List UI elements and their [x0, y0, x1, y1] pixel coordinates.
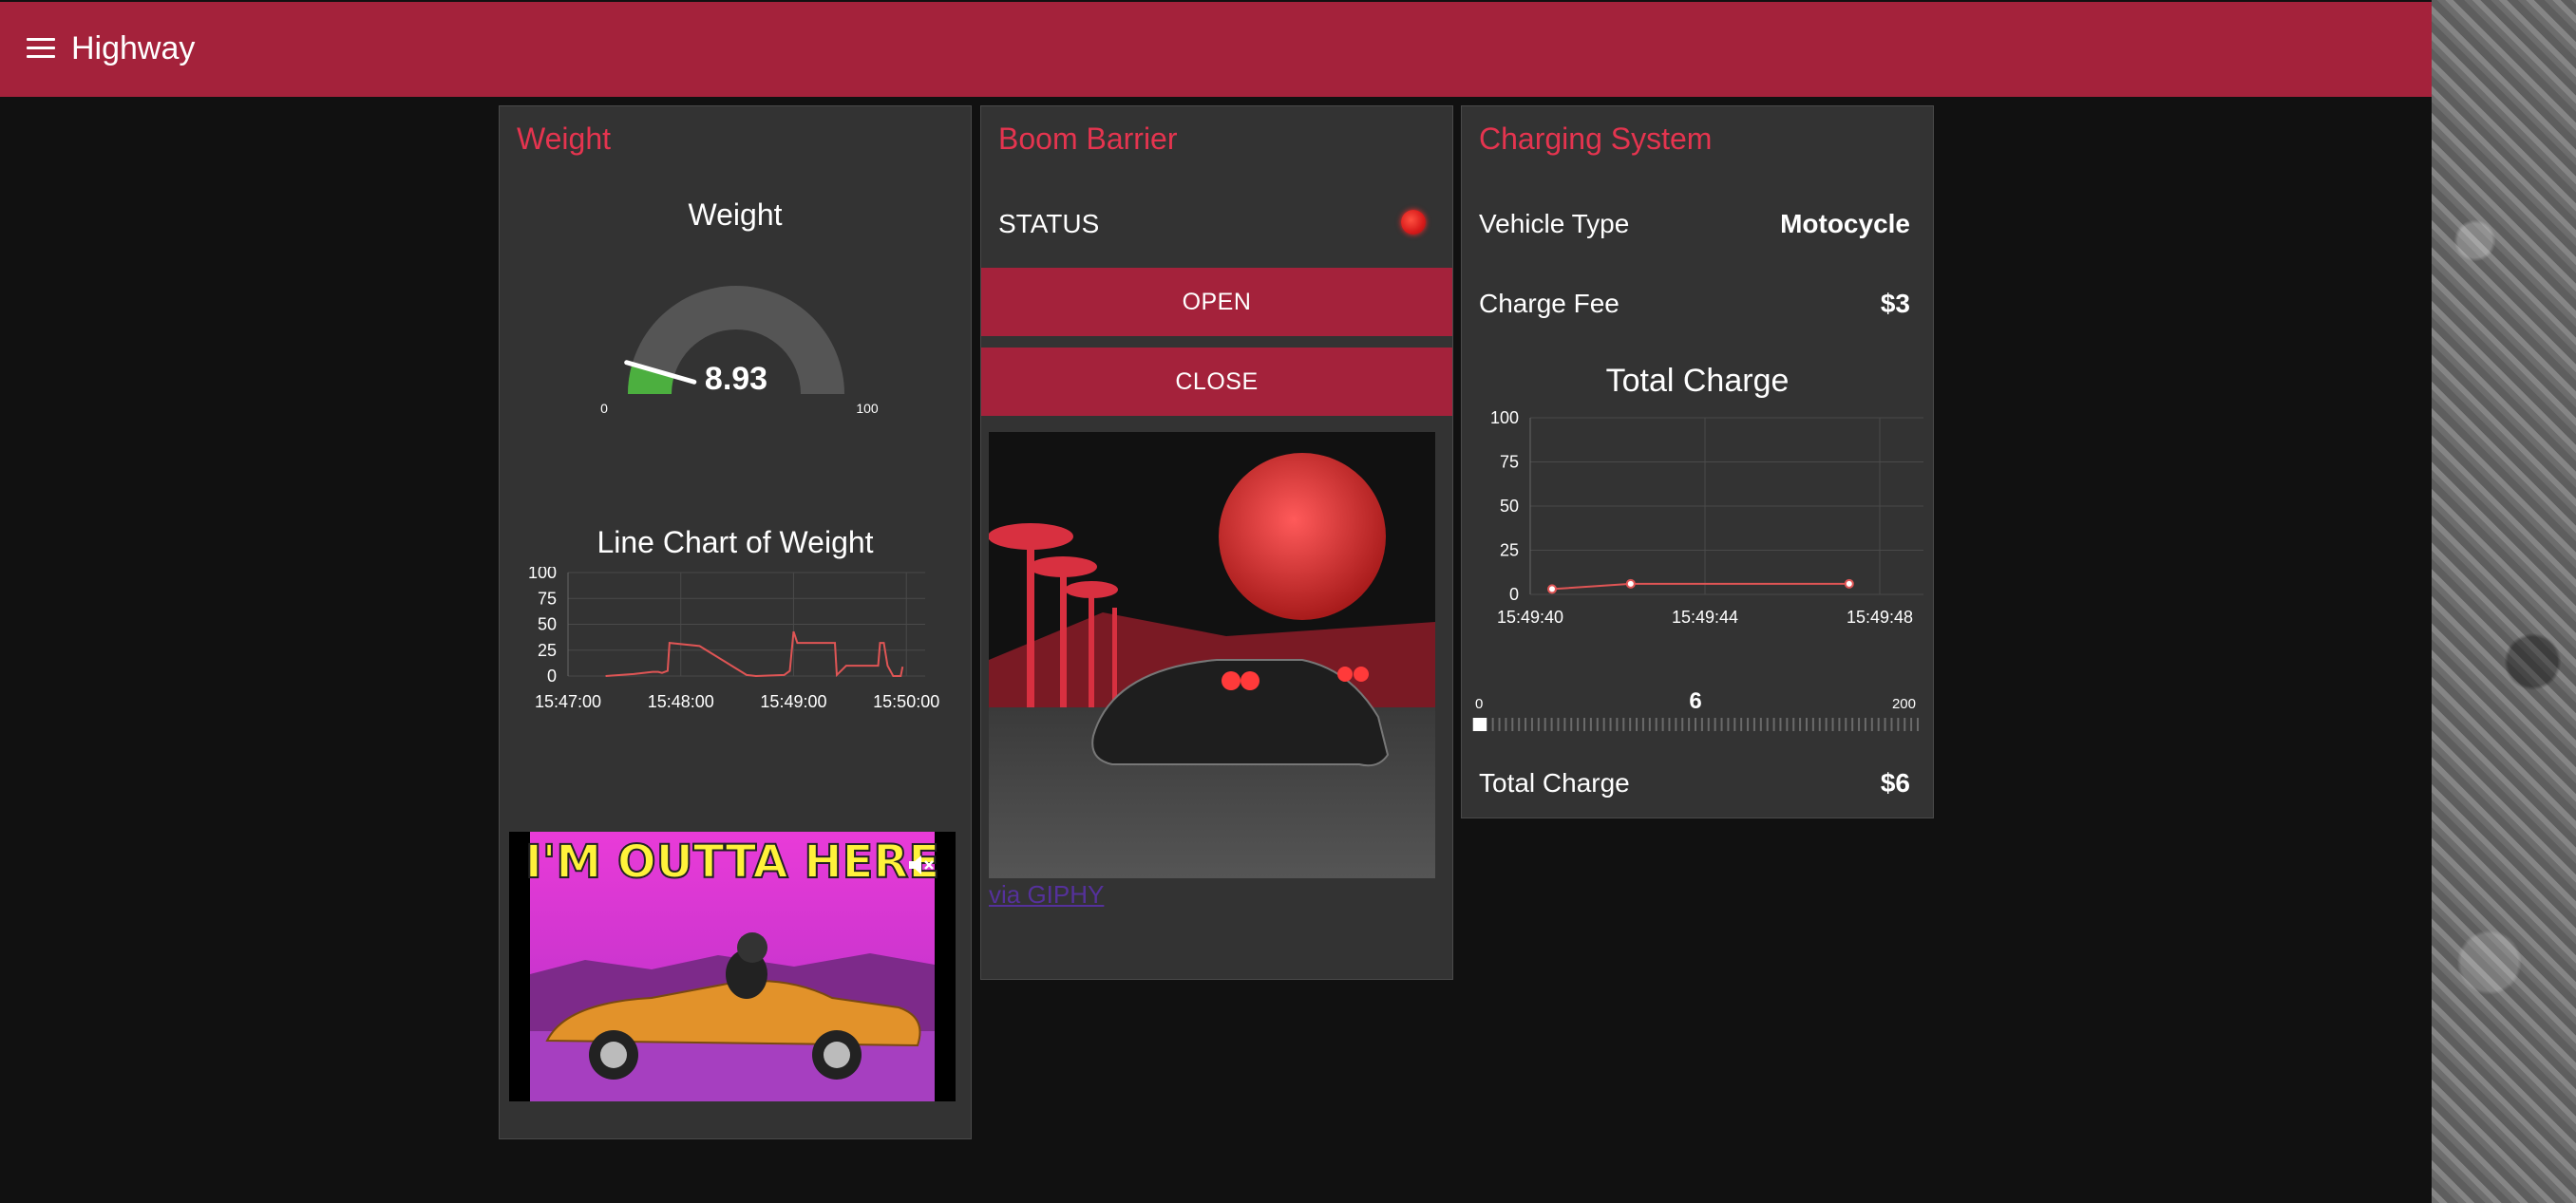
series-line	[1551, 582, 1849, 591]
weight-card-title: Weight	[517, 122, 612, 156]
line-chart-title: Line Chart of Weight	[597, 525, 874, 559]
gauge-max-label: 100	[856, 401, 879, 416]
weight-card: Weight Weight 8.93 0 100 Line Chart of W…	[499, 105, 972, 1139]
top-app-bar: Highway	[0, 2, 2432, 97]
data-point	[1844, 578, 1854, 589]
close-button[interactable]: CLOSE	[981, 348, 1452, 416]
gauge-value: 8.93	[705, 361, 767, 397]
gauge-title: Weight	[688, 197, 783, 232]
data-point	[1547, 584, 1557, 594]
total-charge-line-chart: 0 25 50 75 100 15:49:40 15:49:44 15:49:48	[1490, 408, 1923, 627]
vehicle-type-value: Motocycle	[1780, 209, 1910, 238]
total-charge-value: $6	[1880, 768, 1910, 798]
status-label: STATUS	[998, 209, 1100, 238]
y-tick-label: 75	[538, 589, 557, 608]
x-tick-label: 15:49:44	[1672, 608, 1738, 627]
weight-gauge: 8.93 0 100	[600, 286, 879, 416]
x-tick-label: 15:47:00	[535, 692, 601, 711]
outta-here-gif: I'M OUTTA HERE	[509, 832, 956, 1101]
total-charge-slider[interactable]: 0 200 6	[1471, 686, 1920, 733]
background-stone-texture	[2432, 0, 2576, 1203]
y-tick-label: 100	[528, 567, 557, 582]
charge-fee-value: $3	[1880, 289, 1910, 318]
charging-system-card: Charging System Vehicle Type Motocycle C…	[1461, 105, 1934, 818]
y-tick-label: 50	[538, 615, 557, 634]
x-tick-label: 15:50:00	[873, 692, 939, 711]
y-tick-label: 75	[1500, 453, 1519, 472]
slider-max-label: 200	[1892, 696, 1916, 712]
dashboard: Highway Weight Weight 8.93 0 100 Line Ch…	[0, 0, 2432, 1203]
x-tick-label: 15:49:40	[1497, 608, 1563, 627]
total-charge-label: Total Charge	[1479, 768, 1630, 798]
x-tick-label: 15:49:48	[1847, 608, 1913, 627]
gif-caption: I'M OUTTA HERE	[524, 835, 940, 890]
slider-fill	[1473, 718, 1487, 731]
series-line	[605, 630, 904, 678]
boom-barrier-card: Boom Barrier STATUS OPEN CLOSE via GIPHY	[980, 105, 1453, 980]
app-title: Highway	[71, 30, 196, 66]
x-tick-label: 15:48:00	[648, 692, 714, 711]
slider-min-label: 0	[1475, 696, 1483, 712]
gauge-min-label: 0	[600, 401, 608, 416]
via-giphy-link[interactable]: via GIPHY	[989, 880, 1104, 910]
y-tick-label: 25	[538, 641, 557, 660]
data-point	[1625, 578, 1636, 589]
y-tick-label: 50	[1500, 497, 1519, 516]
status-led-icon	[1401, 210, 1426, 235]
y-tick-label: 100	[1490, 408, 1519, 427]
y-tick-label: 25	[1500, 541, 1519, 560]
car-night-image	[989, 432, 1435, 878]
speaker-muted-icon[interactable]	[906, 851, 935, 879]
charging-system-title: Charging System	[1479, 122, 1713, 156]
vehicle-type-label: Vehicle Type	[1479, 209, 1630, 238]
weight-line-chart: 0 25 50 75 100 15:47:00 15:48:00 15:49:00 15:50:…	[528, 567, 939, 711]
x-tick-label: 15:49:00	[760, 692, 826, 711]
y-tick-label: 0	[547, 667, 557, 686]
hamburger-menu-icon[interactable]	[27, 38, 55, 61]
charge-fee-label: Charge Fee	[1479, 289, 1619, 318]
total-charge-chart-title: Total Charge	[1605, 363, 1790, 399]
slider-value-label: 6	[1689, 688, 1701, 714]
slider-track	[1472, 718, 1919, 731]
y-tick-label: 0	[1509, 585, 1519, 604]
boom-barrier-title: Boom Barrier	[998, 122, 1178, 156]
open-button[interactable]: OPEN	[981, 268, 1452, 336]
